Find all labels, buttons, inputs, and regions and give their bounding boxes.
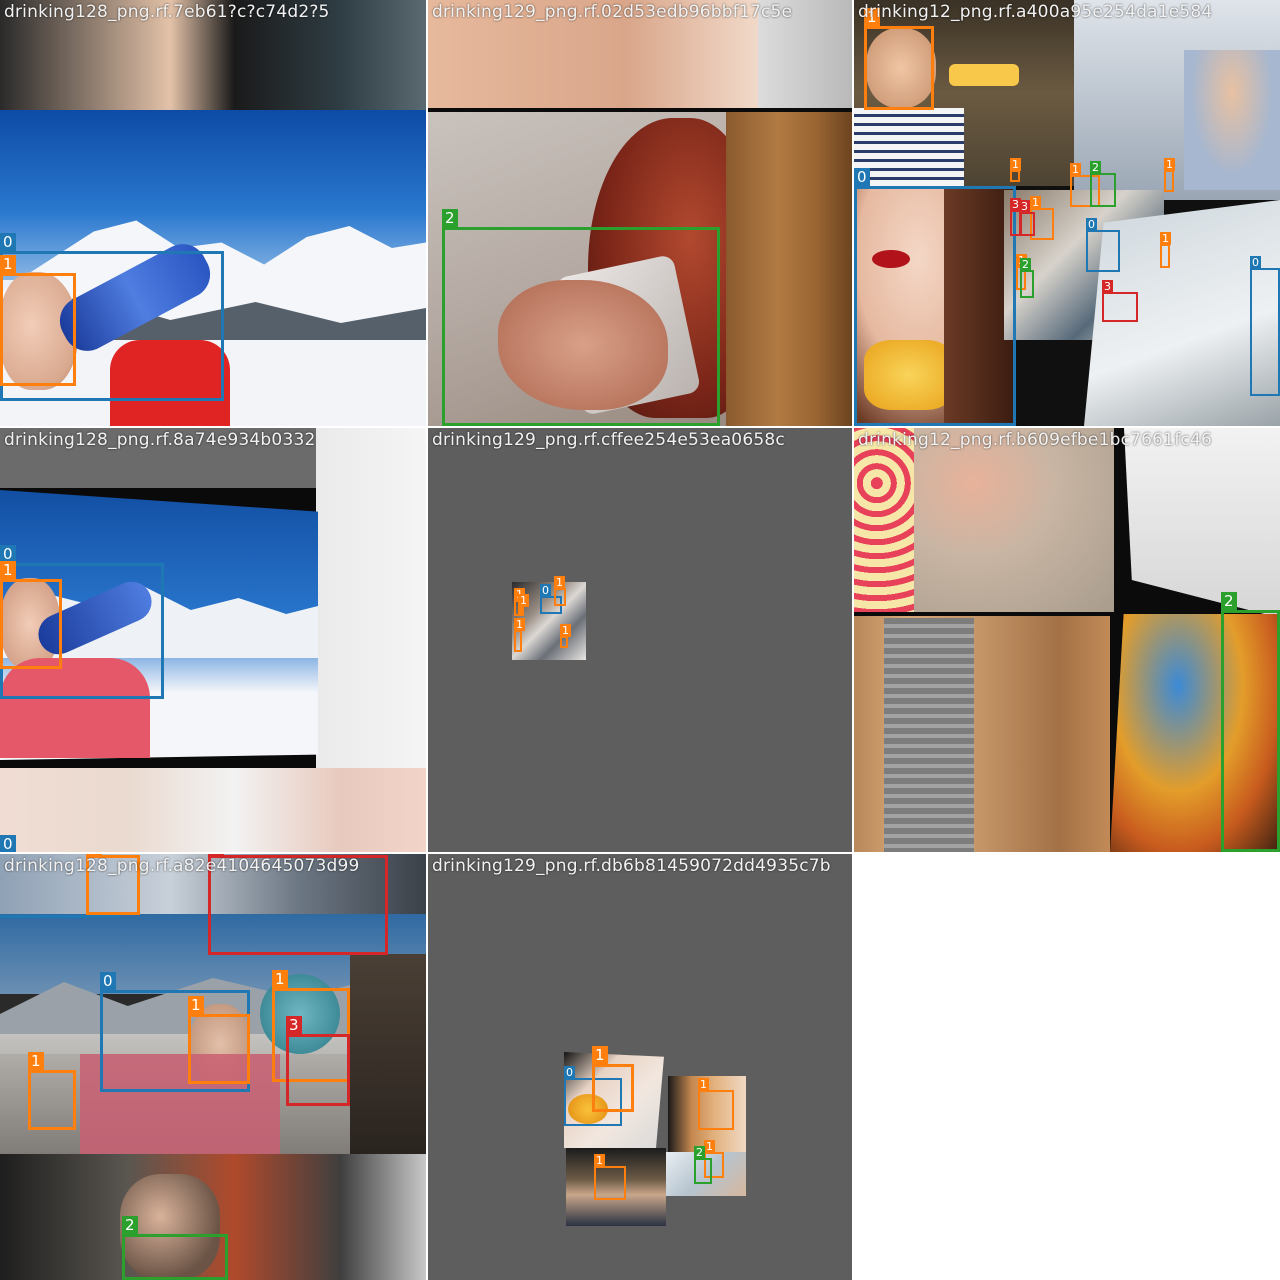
bbox-class-1: 1 — [1160, 232, 1171, 268]
bbox-label: 3 — [286, 1016, 302, 1035]
bbox-label: 3 — [1102, 280, 1113, 293]
bbox-label: 0 — [0, 233, 16, 252]
bbox-label: 1 — [698, 1078, 709, 1091]
bbox-label: 1 — [594, 1154, 605, 1167]
bbox-class-1: 1 — [864, 8, 934, 110]
bbox-label: 1 — [272, 970, 288, 989]
bbox-class-0: 0 — [854, 168, 1016, 426]
mosaic-tile-4: 0 1 0 drinking128_png.rf.8a74e934b0332 — [0, 428, 426, 852]
bbox-class-1: 1 — [554, 576, 566, 606]
bbox-class-1: 1 — [560, 624, 571, 648]
bbox-class-3: 3 — [1010, 198, 1022, 236]
bbox-class-2: 2 — [694, 1146, 712, 1184]
bbox-class-0 — [0, 894, 120, 918]
bbox-label: 0 — [1250, 256, 1261, 269]
bbox-label: 1 — [518, 594, 529, 607]
mosaic-tile-3: 1 0 1 1 2 1 1 3 0 1 3 1 2 3 0 drinking12… — [854, 0, 1280, 426]
mosaic-tile-5: 1 0 1 1 1 1 drinking129_png.rf.cffee254e… — [428, 428, 852, 852]
bbox-label: 0 — [0, 835, 16, 852]
bbox-label: 1 — [0, 561, 16, 580]
bbox-class-2: 2 — [122, 1216, 228, 1280]
bbox-class-2: 2 — [1221, 592, 1280, 852]
bbox-class-1: 1 — [0, 255, 76, 386]
bbox-class-1: 1 — [592, 1046, 634, 1112]
bbox-label: 2 — [122, 1216, 138, 1235]
bbox-label: 2 — [1090, 161, 1101, 174]
bbox-class-0: 0 — [1250, 256, 1280, 396]
bbox-class-2: 2 — [1090, 161, 1116, 207]
tile-filename: drinking129_png.rf.02d53edb96bbf17c5e — [432, 2, 793, 22]
tile-filename: drinking12_png.rf.a400a95e254da1e584 — [858, 2, 1213, 22]
bbox-class-0: 0 — [1086, 218, 1120, 272]
bbox-label: 2 — [1020, 258, 1031, 271]
bbox-label: 0 — [1086, 218, 1097, 231]
tile-filename: drinking12_png.rf.b609efbe1bc7661fc46 — [858, 430, 1212, 450]
mosaic-tile-1: 0 1 drinking128_png.rf.7eb61?c?c74d2?5 — [0, 0, 426, 426]
tile-filename: drinking128_png.rf.a82e4104645073d99 — [4, 856, 360, 876]
tile-filename: drinking129_png.rf.db6b81459072dd4935c7b — [432, 856, 831, 876]
bbox-label: 1 — [704, 1140, 715, 1153]
bbox-label: 1 — [592, 1046, 608, 1065]
bbox-label: 3 — [1010, 198, 1021, 211]
man-right — [1184, 50, 1280, 190]
bbox-class-1: 1 — [594, 1154, 626, 1200]
bbox-class-1: 1 — [0, 561, 62, 669]
bbox-label: 1 — [560, 624, 571, 637]
bbox-class-1: 1 — [1010, 158, 1021, 182]
bbox-class-2: 2 — [1020, 258, 1034, 298]
bbox-class-1: 1 — [28, 1052, 76, 1130]
bbox-label: 0 — [564, 1066, 575, 1079]
bbox-class-1: 1 — [1164, 158, 1175, 192]
bbox-label: 0 — [854, 168, 870, 187]
striped-shirt — [854, 108, 964, 186]
dark-cafe — [350, 954, 426, 1154]
bbox-class-1: 1 — [514, 618, 525, 652]
mosaic-tile-2: 2 drinking129_png.rf.02d53edb96bbf17c5e — [428, 0, 852, 426]
bbox-label: 1 — [1160, 232, 1171, 245]
bbox-class-3: 3 — [1102, 280, 1138, 322]
lamps — [949, 64, 1019, 86]
bbox-label: 1 — [1010, 158, 1021, 171]
bbox-label: 1 — [1030, 196, 1041, 209]
bbox-label: 1 — [1070, 163, 1081, 176]
bbox-label: 1 — [188, 996, 204, 1015]
bbox-class-1: 1 — [518, 594, 529, 616]
bbox-label: 2 — [694, 1146, 705, 1159]
bbox-class-2: 2 — [442, 209, 720, 426]
bbox-class-1: 1 — [698, 1078, 734, 1130]
tile-filename: drinking128_png.rf.8a74e934b0332 — [4, 430, 316, 450]
mosaic-tile-8: 0 1 1 1 2 1 drinking129_png.rf.db6b81459… — [428, 854, 852, 1280]
tile-filename: drinking129_png.rf.cffee254e53ea0658c — [432, 430, 785, 450]
bbox-label: 1 — [0, 255, 16, 274]
empty-tile — [854, 854, 1280, 1280]
white-room — [1124, 428, 1280, 618]
mosaic-tile-6: 2 drinking12_png.rf.b609efbe1bc7661fc46 — [854, 428, 1280, 852]
bbox-label: 1 — [514, 618, 525, 631]
bbox-label: 0 — [100, 972, 116, 991]
bbox-label: 2 — [1221, 592, 1237, 611]
tile-filename: drinking128_png.rf.7eb61?c?c74d2?5 — [4, 2, 330, 22]
bbox-class-3: 3 — [286, 1016, 350, 1106]
wood-door — [726, 112, 852, 426]
bbox-label: 1 — [28, 1052, 44, 1071]
bbox-label: 1 — [1164, 158, 1175, 171]
mosaic-tile-7: 1 3 0 1 1 3 1 2 drinking128_png.rf.a82e4… — [0, 854, 426, 1280]
bottom-strip — [0, 768, 426, 852]
bbox-label: 1 — [554, 576, 565, 589]
blurred-arm — [914, 428, 1114, 612]
bbox-label: 0 — [540, 584, 551, 597]
bbox-label: 2 — [442, 209, 458, 228]
bbox-class-1: 1 — [188, 996, 250, 1084]
louvers — [884, 618, 974, 852]
